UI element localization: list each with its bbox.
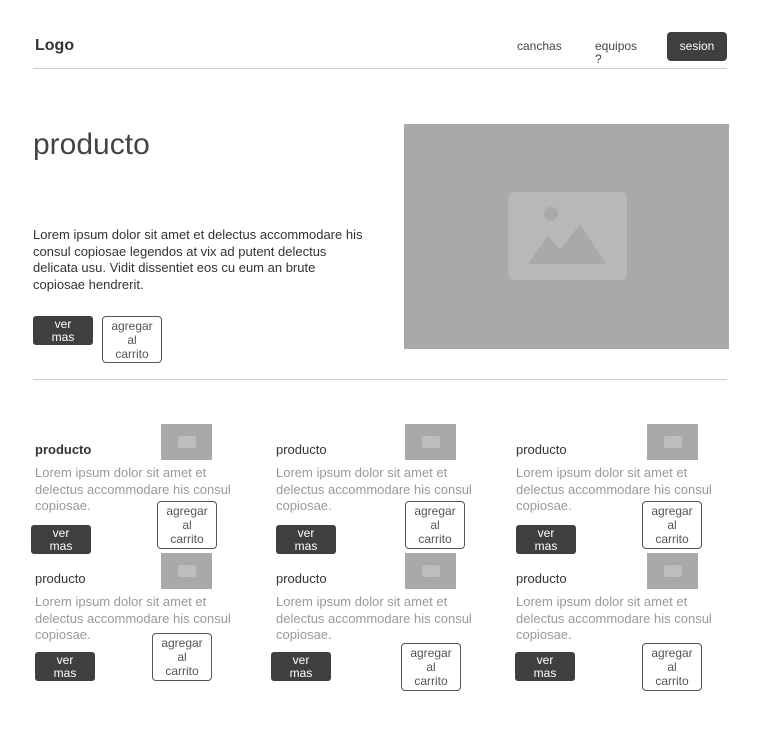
card-1-title: producto	[35, 442, 92, 457]
card-6-title: producto	[516, 571, 567, 586]
card-2-title: producto	[276, 442, 327, 457]
card-4-image	[161, 553, 212, 589]
hero-ver-mas-button[interactable]: ver mas	[33, 316, 93, 345]
logo[interactable]: Logo	[35, 37, 74, 55]
card-6-image	[647, 553, 698, 589]
nav-canchas[interactable]: canchas	[517, 40, 562, 53]
image-placeholder-icon	[177, 436, 196, 448]
image-placeholder-icon	[508, 192, 627, 280]
card-3-ver-mas-button[interactable]: ver mas	[516, 525, 576, 554]
card-5-agregar-button[interactable]: agregar al carrito	[401, 643, 461, 691]
card-4-description: Lorem ipsum dolor sit amet et delectus a…	[35, 594, 231, 642]
card-3-image	[647, 424, 698, 460]
hero-image	[404, 124, 729, 349]
card-1-image	[161, 424, 212, 460]
sesion-button[interactable]: sesion	[667, 32, 727, 61]
card-6-description: Lorem ipsum dolor sit amet et delectus a…	[516, 594, 712, 642]
hero-agregar-carrito-button[interactable]: agregar al carrito	[102, 316, 162, 363]
section-divider	[33, 379, 727, 380]
card-1-description: Lorem ipsum dolor sit amet et delectus a…	[35, 465, 231, 513]
card-5-ver-mas-button[interactable]: ver mas	[271, 652, 331, 681]
image-placeholder-icon	[421, 565, 440, 577]
card-2-ver-mas-button[interactable]: ver mas	[276, 525, 336, 554]
card-3-agregar-button[interactable]: agregar al carrito	[642, 501, 702, 549]
card-1-ver-mas-button[interactable]: ver mas	[31, 525, 91, 554]
card-2-image	[405, 424, 456, 460]
card-5-description: Lorem ipsum dolor sit amet et delectus a…	[276, 594, 472, 642]
card-4-agregar-button[interactable]: agregar al carrito	[152, 633, 212, 681]
card-5-image	[405, 553, 456, 589]
card-6-ver-mas-button[interactable]: ver mas	[515, 652, 575, 681]
image-placeholder-icon	[421, 436, 440, 448]
card-5-title: producto	[276, 571, 327, 586]
card-4-title: producto	[35, 571, 86, 586]
image-placeholder-icon	[663, 565, 682, 577]
header-divider	[33, 68, 727, 69]
nav-equipos[interactable]: equipos ?	[595, 40, 637, 66]
hero-title: producto	[33, 128, 150, 161]
card-2-agregar-button[interactable]: agregar al carrito	[405, 501, 465, 549]
card-6-agregar-button[interactable]: agregar al carrito	[642, 643, 702, 691]
image-placeholder-icon	[177, 565, 196, 577]
card-3-title: producto	[516, 442, 567, 457]
card-1-agregar-button[interactable]: agregar al carrito	[157, 501, 217, 549]
hero-description: Lorem ipsum dolor sit amet et delectus a…	[33, 227, 363, 292]
image-placeholder-icon	[663, 436, 682, 448]
card-4-ver-mas-button[interactable]: ver mas	[35, 652, 95, 681]
